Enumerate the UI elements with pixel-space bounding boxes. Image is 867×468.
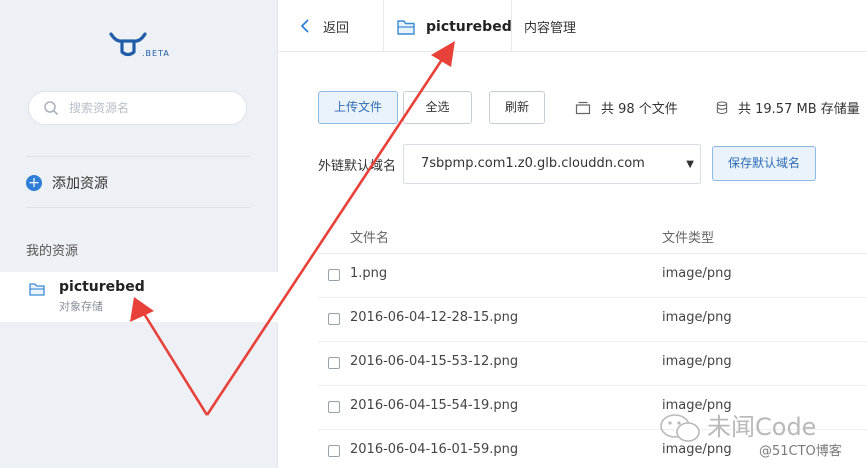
row-checkbox[interactable]: [328, 313, 340, 325]
bucket-type: 对象存储: [59, 300, 103, 313]
storage-usage: 共 19.57 MB 存储量: [716, 98, 860, 117]
database-icon: [716, 100, 728, 114]
file-name[interactable]: 1.png: [350, 266, 387, 281]
table-row[interactable]: 2016-06-04-16-01-59.png image/png: [318, 430, 867, 468]
upload-file-button[interactable]: 上传文件: [318, 91, 398, 124]
plus-circle-icon: +: [26, 175, 42, 191]
back-button[interactable]: 返回: [300, 16, 349, 36]
my-resources-heading: 我的资源: [26, 244, 79, 259]
sidebar-item-picturebed[interactable]: picturebed 对象存储: [0, 272, 278, 322]
resource-search[interactable]: [28, 91, 247, 125]
add-resource-label: 添加资源: [52, 176, 108, 192]
files-icon: [575, 101, 591, 114]
add-resource-button[interactable]: + 添加资源: [26, 172, 108, 194]
bucket-icon: [397, 20, 415, 35]
default-domain-label: 外链默认域名: [318, 159, 397, 174]
refresh-button[interactable]: 刷新: [489, 91, 545, 124]
table-row[interactable]: 2016-06-04-15-53-12.png image/png: [318, 342, 867, 386]
topbar-divider: [383, 0, 384, 52]
chevron-left-icon: [301, 19, 309, 33]
file-name[interactable]: 2016-06-04-12-28-15.png: [350, 310, 518, 325]
row-checkbox[interactable]: [328, 401, 340, 413]
row-checkbox[interactable]: [328, 357, 340, 369]
file-name[interactable]: 2016-06-04-15-54-19.png: [350, 398, 518, 413]
sidebar-divider: [26, 207, 250, 208]
select-all-button[interactable]: 全选: [403, 91, 472, 124]
sidebar-divider: [26, 156, 250, 157]
search-input[interactable]: [69, 99, 239, 117]
bucket-icon: [29, 283, 45, 296]
file-name[interactable]: 2016-06-04-15-53-12.png: [350, 354, 518, 369]
bucket-name: picturebed: [59, 279, 145, 295]
save-default-domain-button[interactable]: 保存默认域名: [712, 146, 816, 181]
tab-content-management[interactable]: 内容管理: [524, 17, 576, 36]
row-checkbox[interactable]: [328, 445, 340, 457]
table-row[interactable]: 1.png image/png: [318, 254, 867, 298]
file-type: image/png: [662, 354, 732, 369]
back-label: 返回: [323, 20, 350, 36]
file-type: image/png: [662, 398, 732, 413]
breadcrumb-bucket: picturebed: [396, 16, 512, 38]
file-count: 共 98 个文件: [575, 98, 678, 117]
file-type: image/png: [662, 442, 732, 457]
table-row[interactable]: 2016-06-04-15-54-19.png image/png: [318, 386, 867, 430]
caret-down-icon: ▼: [686, 159, 694, 170]
page-title: picturebed: [426, 19, 512, 35]
default-domain-select[interactable]: 7sbpmp.com1.z0.glb.clouddn.com ▼: [403, 144, 701, 184]
column-header-filetype[interactable]: 文件类型: [662, 227, 714, 246]
qiniu-logo[interactable]: .BETA: [108, 30, 178, 62]
row-checkbox[interactable]: [328, 269, 340, 281]
beta-badge: .BETA: [142, 49, 170, 58]
table-row[interactable]: 2016-06-04-12-28-15.png image/png: [318, 298, 867, 342]
search-icon: [44, 101, 58, 115]
top-bar: 返回 picturebed 内容管理: [278, 0, 867, 52]
storage-usage-text: 共 19.57 MB 存储量: [738, 102, 860, 117]
sidebar: .BETA + 添加资源 我的资源 picturebed 对象存储: [0, 0, 278, 468]
file-type: image/png: [662, 310, 732, 325]
default-domain-value: 7sbpmp.com1.z0.glb.clouddn.com: [421, 156, 645, 171]
column-header-filename[interactable]: 文件名: [350, 227, 389, 246]
topbar-divider: [511, 0, 512, 52]
file-count-text: 共 98 个文件: [601, 102, 678, 117]
app-window: .BETA + 添加资源 我的资源 picturebed 对象存储: [0, 0, 867, 468]
file-type: image/png: [662, 266, 732, 281]
file-name[interactable]: 2016-06-04-16-01-59.png: [350, 442, 518, 457]
